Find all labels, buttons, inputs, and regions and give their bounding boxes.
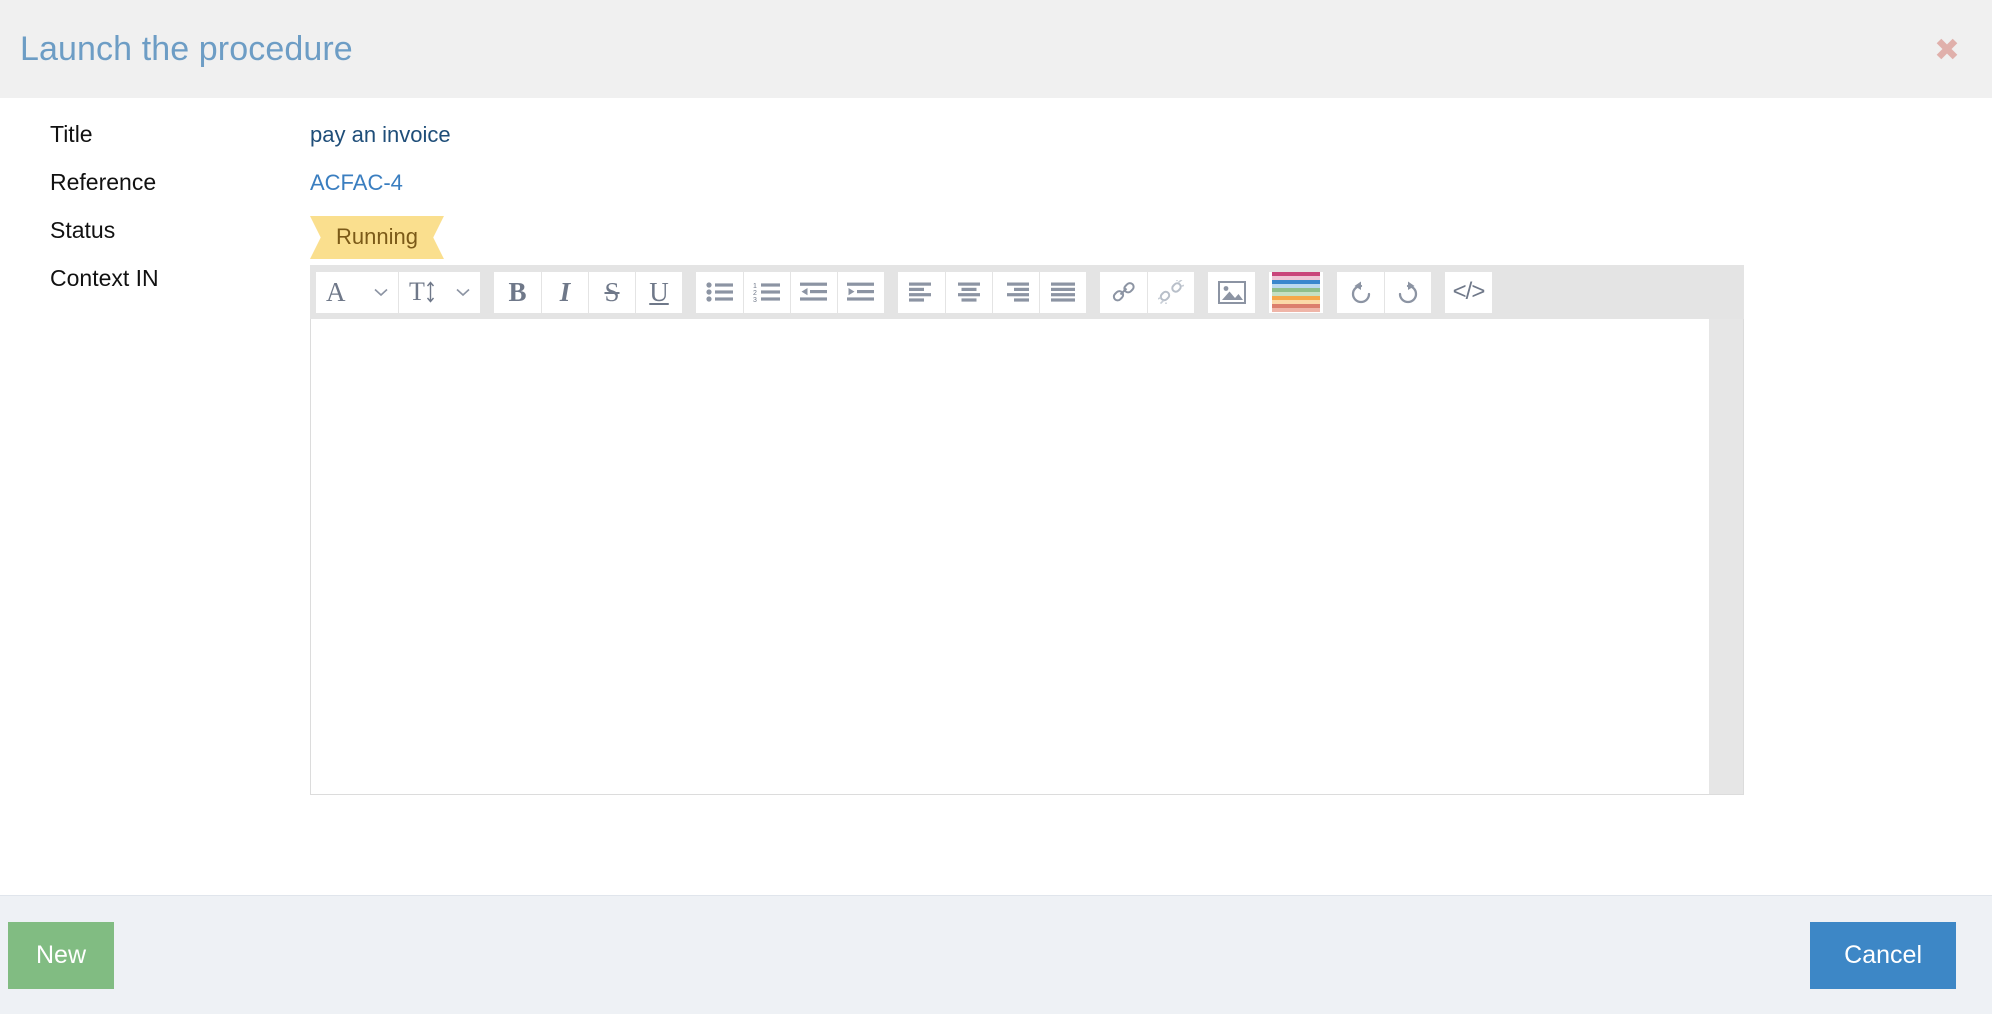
underline-icon: U — [649, 276, 669, 307]
editor-content[interactable] — [311, 319, 1709, 794]
indent-icon — [847, 282, 874, 301]
undo-button[interactable] — [1337, 271, 1384, 313]
underline-button[interactable]: U — [635, 271, 682, 313]
redo-icon — [1398, 281, 1418, 304]
form-rows: Title pay an invoice Reference ACFAC-4 S… — [0, 116, 1992, 795]
toolbar-group-history — [1337, 271, 1431, 313]
bullet-list-button[interactable] — [696, 271, 743, 313]
form-row-status: Status Running — [0, 212, 1992, 260]
page-title: Launch the procedure — [20, 29, 353, 68]
redo-button[interactable] — [1384, 271, 1431, 313]
align-center-icon — [958, 282, 980, 302]
modal-body: Title pay an invoice Reference ACFAC-4 S… — [0, 98, 1992, 895]
toolbar-group-source: </> — [1445, 271, 1492, 313]
value-title-wrap: pay an invoice — [310, 116, 1992, 151]
bullet-list-icon — [705, 282, 733, 302]
value-reference-wrap: ACFAC-4 — [310, 164, 1992, 199]
insert-link-button[interactable] — [1100, 271, 1147, 313]
strikethrough-button[interactable]: S — [588, 271, 635, 313]
toolbar-group-media — [1208, 271, 1255, 313]
align-center-button[interactable] — [945, 271, 992, 313]
label-title: Title — [50, 121, 93, 147]
editor-shell: A T B I S U 1 2 3 </> — [310, 265, 1744, 795]
modal-header: Launch the procedure — [0, 0, 1992, 98]
new-button[interactable]: New — [8, 921, 115, 989]
align-right-button[interactable] — [992, 271, 1039, 313]
chevron-down-icon — [374, 288, 388, 296]
value-title: pay an invoice — [310, 122, 451, 147]
form-row-reference: Reference ACFAC-4 — [0, 164, 1992, 212]
align-right-icon — [1007, 282, 1029, 302]
bold-icon: B — [508, 276, 527, 307]
color-palette-icon — [1272, 272, 1320, 312]
editor-area — [310, 319, 1744, 795]
chevron-down-icon — [456, 288, 470, 296]
toolbar-group-font: A T — [316, 271, 480, 313]
code-icon: </> — [1452, 278, 1486, 305]
toolbar-group-color — [1269, 271, 1323, 313]
italic-icon: I — [559, 276, 571, 307]
font-size-button[interactable]: T — [398, 271, 480, 313]
align-justify-button[interactable] — [1039, 271, 1086, 313]
toolbar-group-align — [898, 271, 1086, 313]
code-view-button[interactable]: </> — [1445, 271, 1492, 313]
close-icon[interactable] — [1930, 32, 1964, 66]
outdent-icon — [800, 282, 827, 301]
editor-toolbar: A T B I S U 1 2 3 </> — [310, 265, 1744, 319]
font-family-button[interactable]: A — [316, 271, 398, 313]
value-status-wrap: Running — [310, 212, 1992, 259]
text-color-button[interactable] — [1269, 271, 1323, 313]
updown-arrow-icon — [426, 281, 434, 303]
form-row-title: Title pay an invoice — [0, 116, 1992, 164]
numbered-list-icon: 1 2 3 — [753, 283, 780, 302]
unlink-icon — [1158, 280, 1184, 304]
font-size-icon: T — [409, 279, 435, 305]
indent-button[interactable] — [837, 271, 884, 313]
image-icon — [1217, 280, 1246, 304]
align-left-icon — [908, 282, 931, 302]
toolbar-group-text-style: B I S U — [494, 271, 682, 313]
svg-text:2: 2 — [753, 290, 757, 297]
undo-icon — [1351, 281, 1370, 304]
label-reference: Reference — [50, 169, 157, 195]
svg-text:1: 1 — [753, 283, 757, 290]
rich-text-editor: A T B I S U 1 2 3 </> — [310, 265, 1744, 795]
align-justify-icon — [1051, 282, 1075, 302]
font-family-icon: A — [326, 276, 346, 307]
toolbar-group-link — [1100, 271, 1194, 313]
strikethrough-icon: S — [604, 276, 620, 307]
insert-image-button[interactable] — [1208, 271, 1255, 313]
bold-button[interactable]: B — [494, 271, 541, 313]
cancel-button[interactable]: Cancel — [1810, 921, 1956, 989]
reference-link[interactable]: ACFAC-4 — [310, 170, 403, 195]
form-row-context-in: Context IN A T B I S U 1 2 3 </> — [0, 260, 1992, 795]
status-badge: Running — [310, 216, 444, 259]
modal-footer: New Cancel — [0, 895, 1992, 1014]
value-context-in-wrap: A T B I S U 1 2 3 </> — [310, 260, 1992, 795]
svg-text:3: 3 — [753, 297, 757, 302]
numbered-list-button[interactable]: 1 2 3 — [743, 271, 790, 313]
label-context-in: Context IN — [50, 265, 159, 291]
editor-scrollbar[interactable] — [1709, 319, 1743, 794]
align-left-button[interactable] — [898, 271, 945, 313]
outdent-button[interactable] — [790, 271, 837, 313]
toolbar-group-list: 1 2 3 — [696, 271, 884, 313]
italic-button[interactable]: I — [541, 271, 588, 313]
label-status: Status — [50, 217, 116, 243]
link-icon — [1112, 282, 1135, 302]
remove-link-button[interactable] — [1147, 271, 1194, 313]
